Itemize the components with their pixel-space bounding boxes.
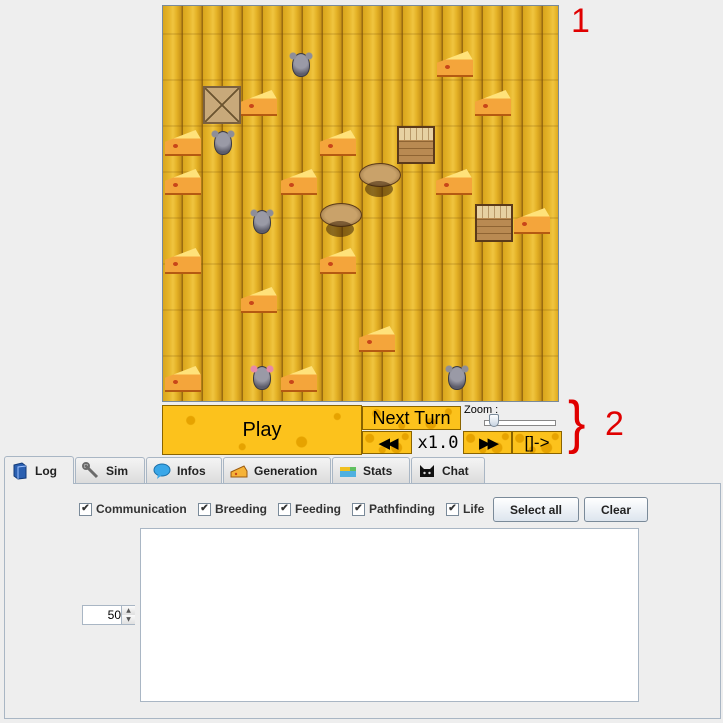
annotation-1: 1 — [571, 2, 590, 40]
cheese-sprite — [320, 248, 356, 274]
chart-icon — [339, 462, 357, 480]
tab-infos[interactable]: Infos — [146, 457, 222, 483]
zoom-slider-thumb[interactable] — [489, 414, 499, 427]
cheese-sprite — [359, 326, 395, 352]
book-icon — [11, 461, 29, 480]
crate-obstacle — [475, 204, 513, 242]
cheese-sprite — [281, 366, 317, 392]
table-obstacle — [320, 203, 362, 239]
cheese-sprite — [436, 169, 472, 195]
tab-sim[interactable]: Sim — [75, 457, 145, 483]
mouse-sprite — [250, 365, 274, 390]
game-board[interactable] — [162, 5, 559, 402]
checkbox-box[interactable]: ✔ — [446, 502, 459, 516]
cheese-sprite — [281, 169, 317, 195]
checkbox-box[interactable]: ✔ — [198, 502, 211, 516]
pyramid-obstacle — [203, 86, 241, 124]
filter-breeding-checkbox[interactable]: ✔ Breeding — [198, 502, 267, 516]
filter-communication-checkbox[interactable]: ✔ Communication — [79, 502, 187, 516]
info-bubble-icon — [153, 462, 171, 480]
tab-log[interactable]: Log — [4, 456, 74, 484]
mouse-sprite — [211, 130, 235, 155]
select-all-button[interactable]: Select all — [493, 497, 579, 522]
crate-obstacle — [397, 126, 435, 164]
cheese-sprite — [165, 130, 201, 156]
mouse-sprite — [250, 209, 274, 234]
filter-pathfinding-checkbox[interactable]: ✔ Pathfinding — [352, 502, 435, 516]
mouse-sprite — [445, 365, 469, 390]
cheese-sprite — [241, 287, 277, 313]
filter-feeding-checkbox[interactable]: ✔ Feeding — [278, 502, 341, 516]
cheese-sprite — [320, 130, 356, 156]
log-text-area[interactable] — [140, 528, 639, 702]
tab-sim-label: Sim — [106, 463, 129, 478]
clear-button[interactable]: Clear — [584, 497, 648, 522]
tab-stats-label: Stats — [363, 463, 393, 478]
cat-icon — [418, 462, 436, 480]
checkbox-label: Communication — [96, 502, 187, 516]
filter-life-checkbox[interactable]: ✔ Life — [446, 502, 484, 516]
cheese-sprite — [475, 90, 511, 116]
annotation-brace: } — [567, 390, 586, 455]
line-limit-spinner[interactable]: 50 ▲ ▼ — [82, 605, 135, 625]
cheese-sprite — [165, 366, 201, 392]
line-limit-value[interactable]: 50 — [83, 606, 121, 624]
cheese-sprite — [165, 248, 201, 274]
checkbox-label: Feeding — [295, 502, 342, 516]
checkbox-box[interactable]: ✔ — [79, 502, 92, 516]
tab-chat-label: Chat — [442, 463, 469, 478]
tab-stats[interactable]: Stats — [332, 457, 410, 483]
checkbox-label: Life — [463, 502, 485, 516]
tab-generation-label: Generation — [254, 463, 318, 478]
checkbox-label: Pathfinding — [369, 502, 435, 516]
tab-infos-label: Infos — [177, 463, 206, 478]
checkbox-box[interactable]: ✔ — [278, 502, 291, 516]
checkbox-label: Breeding — [215, 502, 268, 516]
tab-generation[interactable]: Generation — [223, 457, 331, 483]
cheese-sprite — [165, 169, 201, 195]
checkbox-box[interactable]: ✔ — [352, 502, 365, 516]
table-obstacle — [359, 163, 401, 199]
tab-log-label: Log — [35, 463, 57, 478]
wrench-icon — [82, 461, 100, 480]
mouse-sprite — [289, 52, 313, 77]
cheese-sprite — [241, 90, 277, 116]
cheese-icon — [230, 462, 248, 480]
speed-display: x1.0 — [417, 433, 459, 453]
spinner-down-icon[interactable]: ▼ — [121, 615, 135, 624]
cheese-sprite — [514, 208, 550, 234]
slow-down-button[interactable]: ◀◀ — [362, 431, 412, 454]
play-button[interactable]: Play — [162, 405, 362, 455]
cheese-sprite — [437, 51, 473, 77]
tab-chat[interactable]: Chat — [411, 457, 485, 483]
annotation-2: 2 — [605, 405, 624, 443]
skip-to-end-button[interactable]: []-> — [512, 431, 562, 454]
next-turn-button[interactable]: Next Turn — [362, 406, 461, 430]
speed-up-button[interactable]: ▶▶ — [463, 431, 512, 454]
